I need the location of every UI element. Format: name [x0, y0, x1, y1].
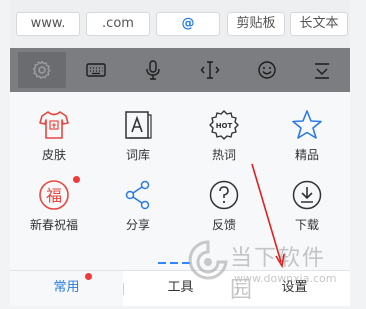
dictionary-label: 词库 — [125, 148, 150, 162]
svg-text:福: 福 — [46, 186, 62, 205]
skin-label: 皮肤 — [41, 148, 66, 162]
share-item[interactable]: 分享 — [104, 178, 172, 242]
keyboard-frame: www. .com @ 剪贴板 长文本 皮肤 词库 HOT 热词 精品 福 新春… — [0, 0, 366, 309]
download-item[interactable]: 下载 — [273, 178, 341, 242]
keyboard-toolbar — [10, 48, 350, 92]
gear-icon — [32, 60, 51, 80]
hot-words-item[interactable]: HOT 热词 — [190, 108, 258, 172]
new-badge-dot — [73, 176, 80, 183]
text-cursor-icon — [200, 61, 220, 79]
feedback-label: 反馈 — [211, 218, 236, 232]
long-text-button[interactable]: 长文本 — [290, 12, 348, 36]
star-icon — [292, 110, 322, 139]
www-button[interactable]: www. — [16, 12, 80, 36]
svg-text:HOT: HOT — [216, 122, 233, 130]
cursor-tool[interactable] — [186, 52, 234, 88]
feedback-question-icon — [209, 180, 239, 210]
emoji-tool[interactable] — [243, 52, 291, 88]
dotcom-button[interactable]: .com — [86, 12, 150, 36]
share-icon — [125, 180, 150, 210]
skin-shirt-icon — [39, 111, 69, 139]
keyboard-tool[interactable] — [72, 52, 120, 88]
settings-tool[interactable] — [18, 52, 66, 88]
quick-input-bar: www. .com @ 剪贴板 长文本 — [10, 0, 350, 48]
watermark: 当下软件园 www.downxia.com — [188, 238, 348, 303]
dictionary-icon — [125, 111, 152, 139]
voice-tool[interactable] — [129, 52, 177, 88]
fu-blessing-icon: 福 — [39, 180, 69, 210]
hot-words-icon: HOT — [209, 110, 239, 140]
collapse-keyboard-icon — [315, 63, 329, 79]
premium-item[interactable]: 精品 — [273, 108, 341, 172]
at-button[interactable]: @ — [156, 12, 220, 36]
clipboard-button[interactable]: 剪贴板 — [227, 12, 285, 36]
keyboard-icon — [86, 63, 106, 77]
hide-keyboard-tool[interactable] — [298, 52, 346, 88]
tab-common-badge-dot — [85, 273, 92, 280]
feedback-item[interactable]: 反馈 — [190, 178, 258, 242]
new-year-blessing-label: 新春祝福 — [29, 218, 78, 232]
skin-item[interactable]: 皮肤 — [20, 108, 88, 172]
premium-label: 精品 — [294, 148, 319, 162]
new-year-blessing-item[interactable]: 福 新春祝福 — [20, 178, 88, 242]
dictionary-item[interactable]: 词库 — [104, 108, 172, 172]
tab-common[interactable]: 常用 — [10, 271, 123, 306]
download-icon — [292, 180, 322, 210]
watermark-url: www.downxia.com — [234, 272, 337, 285]
hot-words-label: 热词 — [211, 148, 236, 162]
page-indicator-1 — [158, 262, 166, 264]
page-indicator-2 — [170, 262, 178, 264]
emoji-icon — [258, 61, 276, 79]
share-label: 分享 — [125, 218, 150, 232]
watermark-logo-icon — [188, 240, 228, 280]
download-label: 下载 — [294, 218, 319, 232]
microphone-icon — [146, 60, 160, 80]
